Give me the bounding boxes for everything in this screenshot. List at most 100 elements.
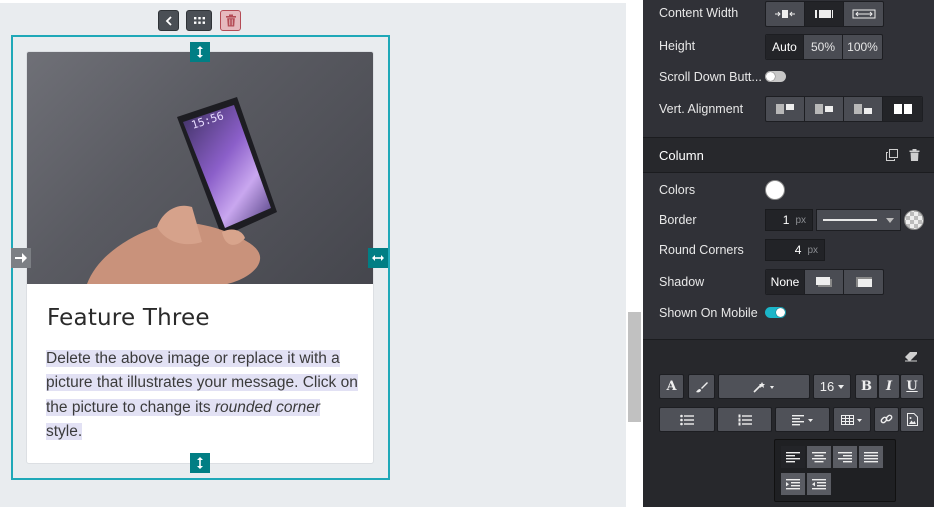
- align-top-icon: [776, 104, 794, 114]
- indent-button[interactable]: [781, 473, 805, 495]
- resize-handle-top[interactable]: [190, 42, 210, 62]
- font-size-value: 16: [819, 379, 835, 394]
- paintbrush-icon: [695, 381, 708, 392]
- height-auto-button[interactable]: Auto: [766, 35, 804, 59]
- shadow-none-button[interactable]: None: [766, 270, 805, 294]
- body-text-italic: rounded corner: [214, 398, 321, 416]
- trash-icon[interactable]: [909, 149, 920, 161]
- shown-mobile-toggle[interactable]: [765, 307, 786, 318]
- justify-left-button[interactable]: [781, 446, 805, 468]
- insert-image-button[interactable]: [900, 407, 924, 432]
- shown-mobile-label: Shown On Mobile: [659, 306, 758, 320]
- content-width-small-button[interactable]: [766, 2, 805, 26]
- column-section-title: Column: [659, 148, 704, 163]
- feature-card[interactable]: 15:56 Feature Three Delete the above ima…: [26, 51, 374, 464]
- height-group: Auto 50% 100%: [765, 34, 883, 60]
- round-corners-input[interactable]: 4 px: [765, 239, 825, 261]
- grip-icon: [193, 17, 205, 24]
- content-width-full-button[interactable]: [844, 2, 883, 26]
- canvas-scrollbar[interactable]: [626, 0, 643, 507]
- content-width-group: [765, 1, 884, 27]
- chevron-left-icon: [165, 15, 172, 26]
- color-swatch[interactable]: [765, 180, 785, 200]
- back-button[interactable]: [158, 10, 179, 31]
- resize-handle-left[interactable]: [11, 248, 31, 268]
- align-bottom-icon: [854, 104, 872, 114]
- content-width-medium-button[interactable]: [805, 2, 844, 26]
- paragraph-align-dropdown[interactable]: [775, 407, 830, 432]
- underline-button[interactable]: U: [900, 374, 924, 399]
- align-stretch-icon: [893, 104, 912, 114]
- font-size-dropdown[interactable]: 16: [813, 374, 851, 399]
- options-panel: Content Width Height Auto 50% 100% Scrol…: [643, 0, 934, 507]
- vert-alignment-label: Vert. Alignment: [659, 102, 744, 116]
- border-color-swatch[interactable]: [904, 210, 924, 230]
- font-color-button[interactable]: A: [659, 374, 684, 399]
- height-100-button[interactable]: 100%: [843, 35, 882, 59]
- table-dropdown[interactable]: [833, 407, 871, 432]
- justify-right-button[interactable]: [833, 446, 857, 468]
- height-50-button[interactable]: 50%: [804, 35, 843, 59]
- bold-button[interactable]: B: [855, 374, 878, 399]
- eraser-icon[interactable]: [904, 352, 918, 362]
- height-label: Height: [659, 39, 696, 53]
- border-width-value: 1: [782, 213, 790, 227]
- border-style-select[interactable]: [816, 209, 901, 231]
- outdent-icon: [812, 478, 826, 489]
- background-color-button[interactable]: [688, 374, 715, 399]
- scroll-down-label: Scroll Down Butt...: [659, 70, 762, 84]
- card-image[interactable]: 15:56: [27, 52, 373, 284]
- align-justify-icon: [864, 451, 878, 462]
- round-corners-label: Round Corners: [659, 243, 744, 257]
- body-text-end: style.: [46, 422, 83, 440]
- border-label: Border: [659, 213, 697, 227]
- image-file-icon: [906, 413, 918, 426]
- outdent-button[interactable]: [807, 473, 831, 495]
- shadow-inset-button[interactable]: [844, 270, 883, 294]
- resize-handle-right[interactable]: [368, 248, 388, 268]
- phone-in-hand-image: [87, 97, 277, 284]
- resize-handle-bottom[interactable]: [190, 453, 210, 473]
- shadow-outset-button[interactable]: [805, 270, 844, 294]
- vert-alignment-group: [765, 96, 923, 122]
- editor-canvas: 15:56 Feature Three Delete the above ima…: [0, 0, 626, 507]
- caret-down-icon: [886, 217, 894, 223]
- indent-icon: [786, 478, 800, 489]
- table-icon: [841, 414, 862, 425]
- card-title[interactable]: Feature Three: [47, 305, 210, 331]
- border-width-input[interactable]: 1 px: [765, 209, 813, 231]
- canvas-top-edge: [0, 0, 626, 3]
- justify-full-button[interactable]: [859, 446, 883, 468]
- bullet-list-icon: [680, 414, 694, 425]
- canvas-scrollbar-thumb[interactable]: [628, 312, 641, 422]
- round-corners-unit: px: [807, 244, 818, 256]
- justify-center-button[interactable]: [807, 446, 831, 468]
- scroll-down-toggle[interactable]: [765, 71, 786, 82]
- content-width-label: Content Width: [659, 6, 739, 20]
- align-top-button[interactable]: [766, 97, 805, 121]
- align-left-icon: [786, 451, 800, 462]
- bullet-list-button[interactable]: [659, 407, 715, 432]
- align-middle-icon: [815, 104, 833, 114]
- align-right-icon: [838, 451, 852, 462]
- colors-label: Colors: [659, 183, 696, 197]
- font-style-dropdown[interactable]: [718, 374, 810, 399]
- align-center-icon: [812, 451, 826, 462]
- trash-icon: [225, 14, 236, 27]
- horizontal-arrows-icon: [372, 255, 384, 261]
- duplicate-icon[interactable]: [886, 149, 898, 161]
- shadow-label: Shadow: [659, 275, 705, 289]
- italic-button[interactable]: I: [878, 374, 900, 399]
- align-stretch-button[interactable]: [883, 97, 922, 121]
- insert-link-button[interactable]: [874, 407, 899, 432]
- card-body-text[interactable]: Delete the above image or replace it wit…: [46, 347, 358, 444]
- caret-down-icon: [838, 384, 845, 389]
- width-narrow-icon: [775, 10, 795, 18]
- numbered-list-button[interactable]: [717, 407, 772, 432]
- link-icon: [880, 414, 893, 424]
- drag-handle-button[interactable]: [186, 10, 212, 31]
- align-middle-button[interactable]: [805, 97, 844, 121]
- delete-button[interactable]: [220, 10, 241, 31]
- alignment-popup: [774, 439, 896, 502]
- align-bottom-button[interactable]: [844, 97, 883, 121]
